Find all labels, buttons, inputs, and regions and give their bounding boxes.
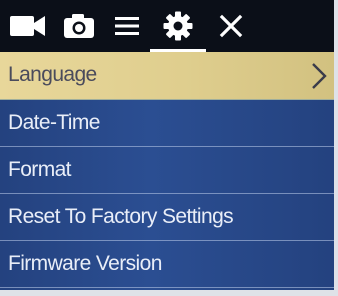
settings-menu-list: Language Date-Time Format Reset To Facto…	[0, 52, 334, 288]
menu-item-label: Format	[8, 158, 72, 181]
menu-list-icon[interactable]	[110, 10, 144, 42]
menu-item-label: Date-Time	[8, 111, 100, 134]
close-icon[interactable]	[214, 10, 248, 42]
menu-item-label: Language	[8, 63, 97, 86]
menu-item-date-time[interactable]: Date-Time	[0, 100, 334, 147]
photo-camera-icon[interactable]	[60, 10, 98, 42]
menu-item-language[interactable]: Language	[0, 52, 334, 100]
menu-item-label: Reset To Factory Settings	[8, 205, 234, 228]
camera-settings-screen: Language Date-Time Format Reset To Facto…	[0, 0, 334, 290]
menu-item-reset-factory-settings[interactable]: Reset To Factory Settings	[0, 194, 334, 241]
mode-tab-bar	[0, 0, 334, 52]
video-camera-icon[interactable]	[8, 10, 48, 42]
menu-item-firmware-version[interactable]: Firmware Version	[0, 241, 334, 288]
menu-item-format[interactable]: Format	[0, 147, 334, 194]
chevron-right-icon	[312, 63, 327, 89]
settings-gear-icon[interactable]	[160, 10, 196, 42]
menu-item-label: Firmware Version	[8, 252, 162, 275]
